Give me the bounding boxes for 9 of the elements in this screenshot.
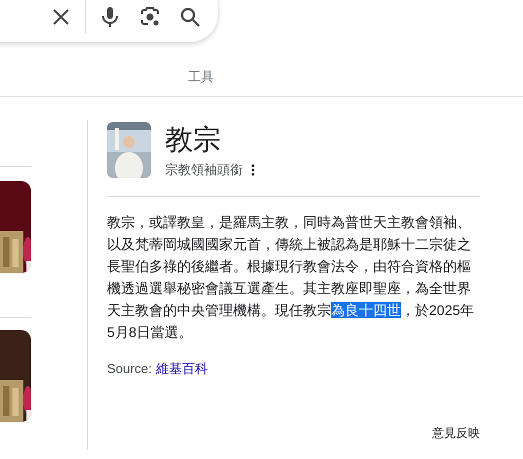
feedback-link[interactable]: 意見反映 xyxy=(432,424,480,442)
description-paragraph: 教宗，或譯教皇，是羅馬主教，同時為普世天主教會領袖、以及梵蒂岡城國國家元首，傳統上被認為是耶穌十二宗徒之長聖伯多祿的後繼者。根據現行教會法令，由符合資格的樞機透過選舉秘密會議互選產生。其主教座即聖座，為全世界天主教會的中央管理機構。現任教宗為良十四世，於2025年5月8日當選。 xyxy=(107,212,476,342)
source-link[interactable]: 維基百科 xyxy=(156,358,208,378)
panel-title: 教宗 xyxy=(165,123,222,157)
search-icon[interactable] xyxy=(178,5,202,29)
tools-tab[interactable]: 工具 xyxy=(188,67,214,86)
more-icon[interactable] xyxy=(251,164,255,176)
panel-subtitle: 宗教領袖頭銜 xyxy=(165,161,243,179)
source-label: Source: xyxy=(107,360,152,378)
